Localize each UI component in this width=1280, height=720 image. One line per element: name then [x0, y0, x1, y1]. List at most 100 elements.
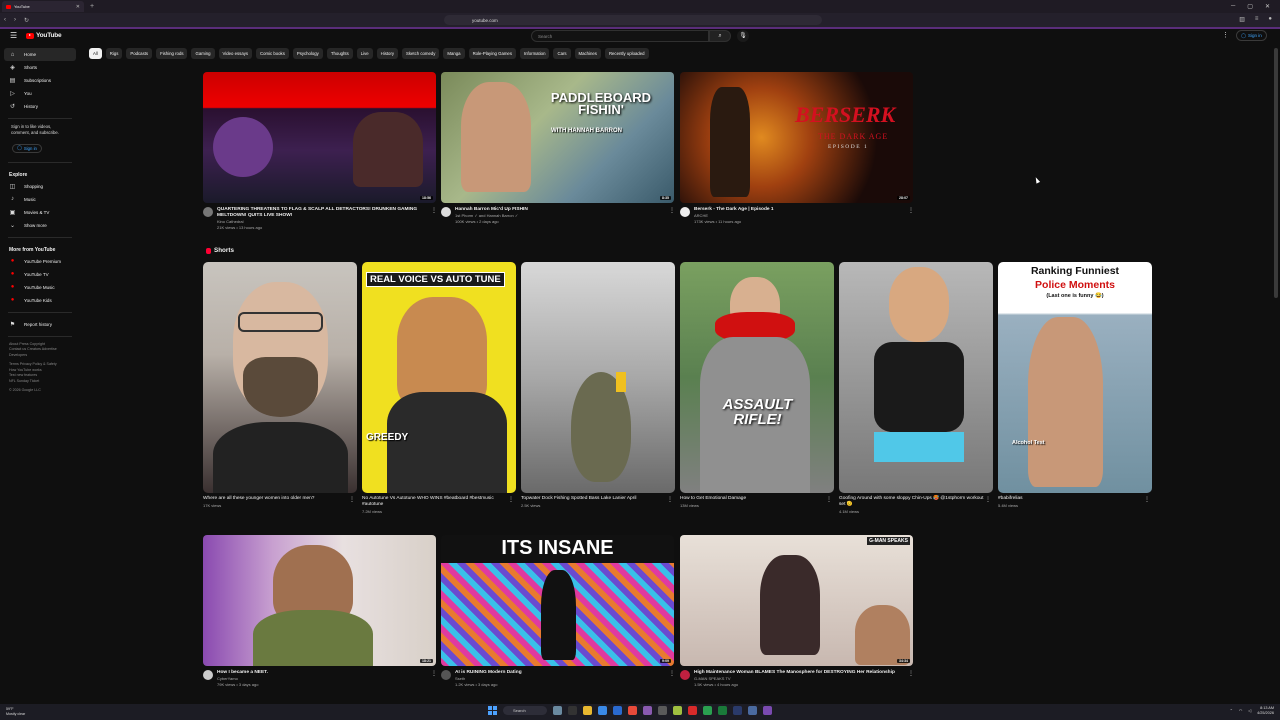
folder-icon[interactable]: [583, 706, 592, 715]
volume-icon[interactable]: ◁: [1248, 708, 1251, 713]
close-window-icon[interactable]: ✕: [1265, 3, 1270, 10]
address-bar[interactable]: youtube.com: [444, 15, 822, 25]
weather-widget[interactable]: 59°F Mostly clear: [6, 707, 25, 716]
chip-recently-uploaded[interactable]: Recently uploaded: [604, 48, 649, 59]
app-icon[interactable]: [703, 706, 712, 715]
chip-history[interactable]: History: [376, 48, 399, 59]
forward-icon[interactable]: ›: [14, 17, 16, 23]
channel-avatar[interactable]: [203, 670, 213, 680]
chip-information[interactable]: Information: [519, 48, 550, 59]
clock[interactable]: 8:13 AM 4/25/2026: [1257, 706, 1274, 716]
short-menu-icon[interactable]: ⋮: [667, 496, 673, 503]
channel-avatar[interactable]: [680, 207, 690, 217]
sidebar-item-report[interactable]: ⚑ Report history: [4, 318, 76, 331]
chip-fishing-rods[interactable]: Fishing rods: [156, 48, 188, 59]
reload-icon[interactable]: ↻: [24, 17, 29, 24]
chip-sketch-comedy[interactable]: Sketch comedy: [402, 48, 440, 59]
voice-search-button[interactable]: 🎙: [737, 30, 749, 42]
short-menu-icon[interactable]: ⋮: [1144, 496, 1150, 503]
short-thumbnail[interactable]: [839, 262, 993, 493]
sidebar-item-home[interactable]: ⌂ Home: [4, 48, 76, 61]
app-icon[interactable]: [598, 706, 607, 715]
app-icon[interactable]: [733, 706, 742, 715]
app-icon[interactable]: [568, 706, 577, 715]
short-title[interactable]: #babifrelias: [998, 496, 1146, 502]
windows-start-icon[interactable]: [488, 706, 497, 715]
app-icon[interactable]: [763, 706, 772, 715]
short-thumbnail[interactable]: [203, 262, 357, 493]
short-thumbnail[interactable]: REAL VOICE VS AUTO TUNE GREEDY: [362, 262, 516, 493]
video-thumbnail[interactable]: 18:56: [203, 72, 436, 203]
youtube-logo[interactable]: YouTube: [26, 32, 62, 39]
chip-comic-books[interactable]: Comic books: [256, 48, 289, 59]
chip-podcasts[interactable]: Podcasts: [126, 48, 153, 59]
short-title[interactable]: Where are all these younger women into o…: [203, 496, 351, 502]
chip-gaming[interactable]: Gaming: [191, 48, 215, 59]
minimize-icon[interactable]: ─: [1231, 3, 1235, 10]
sidebar-item-premium[interactable]: ● YouTube Premium: [4, 255, 76, 268]
search-button[interactable]: ⌕: [709, 30, 731, 42]
video-thumbnail[interactable]: BERSERK THE DARK AGE EPISODE 1 28:07: [680, 72, 913, 203]
chevron-up-icon[interactable]: ⌃: [1230, 708, 1233, 713]
short-thumbnail[interactable]: Ranking Funniest Police Moments (Last on…: [998, 262, 1152, 493]
app-icon[interactable]: [613, 706, 622, 715]
sidebar-item-shopping[interactable]: ◫ Shopping: [4, 180, 76, 193]
chip-live[interactable]: Live: [356, 48, 373, 59]
short-title[interactable]: Topwater Dock Fishing Spotted Bass Lake …: [521, 496, 669, 502]
channel-avatar[interactable]: [441, 670, 451, 680]
channel-name[interactable]: 1st Phorm ✓ and Hannah Barron ✓: [455, 213, 528, 219]
short-menu-icon[interactable]: ⋮: [508, 496, 514, 503]
bookmark-icon[interactable]: ≡: [1255, 16, 1259, 23]
wifi-icon[interactable]: ◠: [1239, 708, 1242, 713]
sidebar-item-kids[interactable]: ● YouTube Kids: [4, 294, 76, 307]
app-icon[interactable]: [643, 706, 652, 715]
footer-line[interactable]: NFL Sunday Ticket: [9, 379, 71, 385]
video-menu-icon[interactable]: ⋮: [431, 670, 437, 677]
sidebar-item-music[interactable]: ♪ Music: [4, 193, 76, 206]
menu-icon[interactable]: ☰: [10, 31, 17, 40]
video-menu-icon[interactable]: ⋮: [431, 207, 437, 214]
app-icon[interactable]: [673, 706, 682, 715]
video-thumbnail[interactable]: 18:21: [203, 535, 436, 666]
app-icon[interactable]: [553, 706, 562, 715]
video-menu-icon[interactable]: ⋮: [908, 207, 914, 214]
search-input[interactable]: Search: [531, 30, 709, 42]
new-tab-button[interactable]: +: [90, 3, 94, 10]
chip-role-playing-games[interactable]: Role-Playing Games: [468, 48, 516, 59]
browser-tab[interactable]: YouTube ✕: [2, 1, 84, 12]
sidebar-item-subscriptions[interactable]: ▤ Subscriptions: [4, 74, 76, 87]
sidebar-item-show-more[interactable]: ⌄ Show more: [4, 219, 76, 232]
sidebar-item-tv[interactable]: ● YouTube TV: [4, 268, 76, 281]
short-title[interactable]: Goofing Around with some sloppy Chin-Ups…: [839, 496, 987, 508]
sidebar-sign-in-button[interactable]: ◯ Sign in: [12, 143, 42, 153]
app-icon[interactable]: [718, 706, 727, 715]
video-thumbnail[interactable]: G-MAN SPEAKS 34:34: [680, 535, 913, 666]
short-menu-icon[interactable]: ⋮: [349, 496, 355, 503]
chip-video-essays[interactable]: Video essays: [218, 48, 253, 59]
chip-thoughts[interactable]: Thoughts: [326, 48, 353, 59]
chip-psychology[interactable]: Psychology: [292, 48, 323, 59]
short-menu-icon[interactable]: ⋮: [826, 496, 832, 503]
video-menu-icon[interactable]: ⋮: [908, 670, 914, 677]
video-thumbnail[interactable]: PADDLEBOARD FISHIN' WITH HANNAH BARRON 8…: [441, 72, 674, 203]
chip-all[interactable]: All: [89, 48, 102, 59]
sidebar-item-movies[interactable]: ▣ Movies & TV: [4, 206, 76, 219]
sidebar-item-you[interactable]: ▷ You: [4, 87, 76, 100]
video-title[interactable]: QUARTERING THREATENS TO FLAG & SCALP ALL…: [217, 207, 428, 219]
close-tab-icon[interactable]: ✕: [76, 4, 80, 10]
short-menu-icon[interactable]: ⋮: [985, 496, 991, 503]
sidebar-toggle-icon[interactable]: ▥: [1239, 16, 1245, 23]
chip-rigs[interactable]: Rigs: [105, 48, 123, 59]
app-icon[interactable]: [688, 706, 697, 715]
sidebar-item-history[interactable]: ↺ History: [4, 100, 76, 113]
sidebar-item-music-app[interactable]: ● YouTube Music: [4, 281, 76, 294]
sign-in-button[interactable]: ◯ Sign in: [1236, 30, 1267, 41]
chip-manga[interactable]: Manga: [443, 48, 465, 59]
app-icon[interactable]: [748, 706, 757, 715]
short-thumbnail[interactable]: [521, 262, 675, 493]
short-title[interactable]: No Autotune Vs Autotune WHO WINS #beatbo…: [362, 496, 510, 508]
maximize-icon[interactable]: ▢: [1247, 3, 1253, 10]
short-thumbnail[interactable]: ASSAULT RIFLE!: [680, 262, 834, 493]
sidebar-item-shorts[interactable]: ◈ Shorts: [4, 61, 76, 74]
chip-cars[interactable]: Cars: [553, 48, 571, 59]
